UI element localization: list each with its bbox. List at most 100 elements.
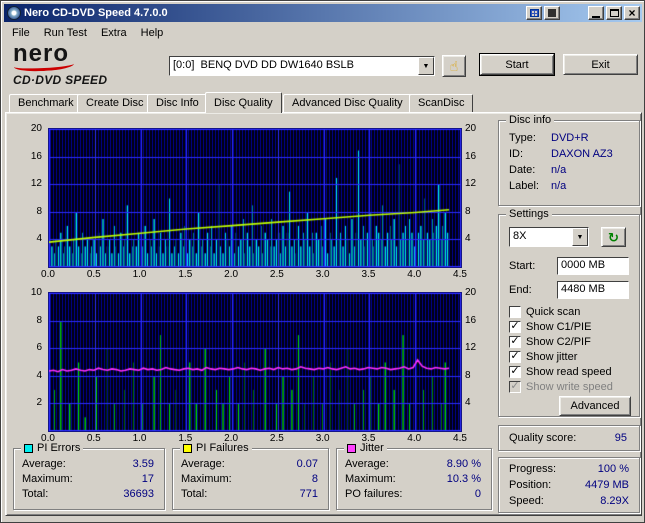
checkbox-show-c2-pif[interactable]: ✓ Show C2/PIF xyxy=(509,335,591,349)
stat-label: Maximum: xyxy=(181,473,232,485)
chevron-down-icon: ▼ xyxy=(422,62,430,70)
progress-label: Progress: xyxy=(509,463,557,475)
settings-title: Settings xyxy=(506,208,552,221)
disc-id-label: ID: xyxy=(509,148,524,160)
disc-info-group: Disc info Type: DVD+R ID: DAXON AZ3 Date… xyxy=(498,114,640,206)
jitter-stats-group: Jitter Average: 8.90 % Maximum: 10.3 % P… xyxy=(336,442,492,510)
titlebar-square-button[interactable] xyxy=(544,6,560,20)
legend-color-swatch xyxy=(24,444,33,453)
start-mb-value: 0000 MB xyxy=(561,259,606,271)
speed-select-arrow[interactable]: ▼ xyxy=(572,228,588,246)
end-mb-value: 4480 MB xyxy=(561,283,606,295)
progress-value: 100 % xyxy=(597,463,629,475)
disc-type-label: Type: xyxy=(509,132,536,144)
checkbox-box: ✓ xyxy=(509,381,521,393)
disc-type-value: DVD+R xyxy=(551,132,589,144)
tab-advanced-disc-quality[interactable]: Advanced Disc Quality xyxy=(283,94,412,112)
menu-item-extra[interactable]: Extra xyxy=(94,26,134,40)
disc-info-title: Disc info xyxy=(506,114,555,127)
tab-scandisc[interactable]: ScanDisc xyxy=(409,94,474,112)
start-mb-input[interactable]: 0000 MB xyxy=(557,257,629,275)
app-window: Nero CD-DVD Speed 4.7.0.0 × File Run Tes… xyxy=(0,0,645,523)
stat-value: 8 xyxy=(311,473,318,485)
drive-select-arrow[interactable]: ▼ xyxy=(418,57,434,75)
maximize-button[interactable] xyxy=(606,6,622,20)
checkbox-show-write-speed[interactable]: ✓ Show write speed xyxy=(509,380,613,394)
tab-benchmark[interactable]: Benchmark xyxy=(9,94,83,112)
checkbox-box: ✓ xyxy=(509,366,521,378)
start-mb-label: Start: xyxy=(509,260,536,272)
speed-label: Speed: xyxy=(509,495,544,507)
exit-button[interactable]: Exit xyxy=(563,54,638,75)
legend-color-swatch xyxy=(347,444,356,453)
pie-y-left-labels: 20 16 12 8 4 xyxy=(30,123,42,245)
stat-value: 0.07 xyxy=(296,458,318,470)
minimize-button[interactable] xyxy=(588,6,604,20)
start-button-label: Start xyxy=(505,58,529,71)
refresh-button[interactable]: ↻ xyxy=(601,227,626,247)
tab-disc-quality[interactable]: Disc Quality xyxy=(205,92,282,113)
legend-color-swatch xyxy=(183,444,192,453)
drive-select[interactable]: [0:0] BENQ DVD DD DW1640 BSLB ▼ xyxy=(169,56,435,76)
check-icon: ✓ xyxy=(510,365,520,377)
stat-value: 771 xyxy=(299,488,318,500)
window-title: Nero CD-DVD Speed 4.7.0.0 xyxy=(24,7,168,19)
stat-label: Total: xyxy=(181,488,208,500)
pi-errors-stats-title: PI Errors xyxy=(37,442,81,454)
close-button[interactable]: × xyxy=(624,6,640,20)
app-icon xyxy=(7,6,21,20)
tab-disc-info[interactable]: Disc Info xyxy=(147,94,208,112)
end-mb-input[interactable]: 4480 MB xyxy=(557,281,629,299)
quality-score-value: 95 xyxy=(614,432,627,444)
stat-label: Maximum: xyxy=(22,473,73,485)
checkbox-box: ✓ xyxy=(509,336,521,348)
pif-x-labels: 0.0 0.5 1.0 1.5 2.0 2.5 3.0 3.5 4.0 4.5 xyxy=(41,433,467,444)
square-icon xyxy=(548,9,556,17)
menu-item-help[interactable]: Help xyxy=(134,26,171,40)
checkbox-box: ✓ xyxy=(509,351,521,363)
quality-score-group: Quality score: 95 xyxy=(498,425,640,451)
advanced-button[interactable]: Advanced xyxy=(559,396,631,416)
pif-y-left-labels: 10 8 6 4 2 xyxy=(30,287,42,409)
eject-button[interactable]: ☝ xyxy=(442,55,466,77)
drive-select-value: [0:0] BENQ DVD DD DW1640 BSLB xyxy=(173,59,354,71)
speed-select[interactable]: 8X ▼ xyxy=(509,227,589,247)
stat-label: Average: xyxy=(22,458,66,470)
tab-create-disc[interactable]: Create Disc xyxy=(77,94,153,112)
stat-label: Average: xyxy=(181,458,225,470)
speed-select-value: 8X xyxy=(513,230,527,242)
menu-item-file[interactable]: File xyxy=(5,26,37,40)
titlebar[interactable]: Nero CD-DVD Speed 4.7.0.0 × xyxy=(4,4,642,22)
checkbox-show-jitter[interactable]: ✓ Show jitter xyxy=(509,350,577,364)
quality-score-label: Quality score: xyxy=(509,432,577,444)
settings-group: Settings 8X ▼ ↻ Start: 0000 MB End: 4480… xyxy=(498,208,640,417)
disc-id-value: DAXON AZ3 xyxy=(551,148,613,160)
menu-item-run-test[interactable]: Run Test xyxy=(37,26,94,40)
disc-label-label: Label: xyxy=(509,180,539,192)
checkbox-box: ✓ xyxy=(509,321,521,333)
pi-errors-chart xyxy=(48,128,462,268)
start-button[interactable]: Start xyxy=(479,53,555,76)
checkbox-label: Quick scan xyxy=(526,306,581,318)
checkbox-show-read-speed[interactable]: ✓ Show read speed xyxy=(509,365,612,379)
check-icon: ✓ xyxy=(510,380,520,392)
checkbox-quick-scan[interactable]: ✓ Quick scan xyxy=(509,305,580,319)
menu-bar: File Run Test Extra Help xyxy=(5,24,642,41)
nero-logo-text: nero xyxy=(13,40,70,67)
stat-value: 17 xyxy=(141,473,154,485)
disc-date-value: n/a xyxy=(551,164,567,176)
checkbox-label: Show read speed xyxy=(526,366,612,378)
check-icon: ✓ xyxy=(510,320,520,332)
check-icon: ✓ xyxy=(510,350,520,362)
stat-value: 10.3 % xyxy=(446,473,481,485)
progress-group: Progress: 100 % Position: 4479 MB Speed:… xyxy=(498,457,640,513)
checkbox-label: Show write speed xyxy=(526,381,613,393)
checkbox-box: ✓ xyxy=(509,306,521,318)
stat-value: 0 xyxy=(474,488,481,500)
pif-y-right-labels: 20 16 12 8 4 xyxy=(465,287,477,409)
titlebar-grid-button[interactable] xyxy=(526,6,542,20)
checkbox-show-c1-pie[interactable]: ✓ Show C1/PIE xyxy=(509,320,591,334)
pi-errors-stats-group: PI Errors Average: 3.59 Maximum: 17 Tota… xyxy=(13,442,165,510)
checkbox-label: Show jitter xyxy=(526,351,578,363)
nero-logo-swoosh xyxy=(13,61,75,73)
